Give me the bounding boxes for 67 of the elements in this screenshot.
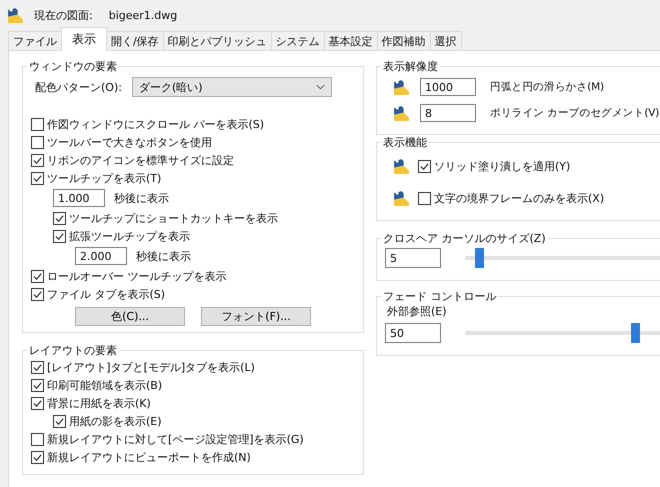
checkbox-label: 背景に用紙を表示(K) bbox=[47, 396, 151, 410]
checkbox[interactable] bbox=[31, 432, 44, 446]
resolution-field[interactable]: 1000 bbox=[420, 78, 476, 96]
checkbox-label: ファイル タブを表示(S) bbox=[47, 286, 166, 302]
checkbox-label: ソリッド塗り潰しを適用(Y) bbox=[434, 158, 570, 174]
dialog-button[interactable]: 色(C)... bbox=[75, 307, 185, 326]
delay-field[interactable]: 1.000 bbox=[53, 189, 105, 207]
tab[interactable]: 選択 bbox=[430, 31, 462, 50]
drawing-name: bigeer1.dwg bbox=[108, 8, 178, 22]
document-icon bbox=[393, 190, 410, 206]
group-title: 表示機能 bbox=[382, 135, 428, 150]
dialog-button[interactable]: フォント(F)... bbox=[201, 307, 311, 326]
checkbox[interactable] bbox=[418, 192, 431, 204]
checkbox[interactable] bbox=[31, 360, 44, 374]
checkbox[interactable] bbox=[53, 230, 66, 242]
checkbox-label: [レイアウト]タブと[モデル]タブを表示(L) bbox=[47, 360, 255, 374]
delay-label: 秒後に表示 bbox=[136, 248, 191, 264]
checkbox-label: 文字の境界フレームのみを表示(X) bbox=[434, 190, 604, 206]
delay-label: 秒後に表示 bbox=[114, 190, 169, 206]
xref-fade-field[interactable]: 50 bbox=[385, 323, 441, 343]
resolution-label: 円弧と円の滑らかさ(M) bbox=[490, 80, 604, 94]
checkbox[interactable] bbox=[31, 172, 44, 184]
group-title: レイアウトの要素 bbox=[28, 343, 118, 358]
delay-field[interactable]: 2.000 bbox=[75, 247, 127, 265]
group-title: クロスヘア カーソルのサイズ(Z) bbox=[382, 231, 547, 246]
document-icon bbox=[393, 78, 410, 96]
checkbox-label: 作図ウィンドウにスクロール バーを表示(S) bbox=[47, 116, 264, 132]
checkbox[interactable] bbox=[31, 396, 44, 410]
checkbox[interactable] bbox=[53, 212, 66, 224]
document-icon bbox=[393, 104, 410, 122]
checkbox[interactable] bbox=[418, 160, 431, 172]
checkbox-label: ツールチップにショートカットキーを表示 bbox=[69, 210, 278, 226]
color-scheme-dropdown[interactable]: ダーク(暗い) bbox=[132, 77, 332, 97]
caret-icon bbox=[316, 84, 325, 90]
checkbox-label: リボンのアイコンを標準サイズに設定 bbox=[47, 152, 234, 168]
checkbox-label: 新規レイアウトに対して[ページ設定管理]を表示(G) bbox=[47, 432, 304, 446]
checkbox-label: ツールバーで大きなボタンを使用 bbox=[47, 134, 212, 150]
checkbox-label: ツールチップを表示(T) bbox=[47, 170, 162, 186]
color-scheme-label: 配色パターン(O): bbox=[35, 80, 122, 94]
checkbox-label: 新規レイアウトにビューポートを作成(N) bbox=[47, 450, 251, 464]
resolution-label: ポリライン カーブのセグメント(V) bbox=[490, 106, 660, 120]
checkbox[interactable] bbox=[31, 154, 44, 166]
current-drawing-label: 現在の図面: bbox=[34, 8, 93, 22]
resolution-field[interactable]: 8 bbox=[420, 104, 476, 122]
checkbox[interactable] bbox=[31, 378, 44, 392]
slider-thumb[interactable] bbox=[474, 248, 484, 268]
checkbox[interactable] bbox=[31, 288, 44, 300]
tab[interactable]: 表示 bbox=[61, 27, 107, 51]
checkbox-label: 印刷可能領域を表示(B) bbox=[47, 378, 162, 392]
group-title: フェード コントロール bbox=[382, 289, 498, 304]
checkbox[interactable] bbox=[53, 414, 66, 428]
checkbox-label: 用紙の影を表示(E) bbox=[69, 414, 162, 428]
document-icon bbox=[7, 6, 24, 24]
crosshair-size-field[interactable]: 5 bbox=[385, 248, 441, 268]
slider-thumb[interactable] bbox=[631, 323, 640, 343]
group-title: 表示解像度 bbox=[382, 59, 439, 74]
checkbox[interactable] bbox=[31, 118, 44, 130]
tab[interactable]: 開く/保存 bbox=[106, 31, 164, 50]
tab[interactable]: ファイル bbox=[8, 31, 62, 50]
group-title: ウィンドウの要素 bbox=[28, 59, 118, 74]
xref-fade-label: 外部参照(E) bbox=[386, 304, 448, 320]
checkbox-label: ロールオーバー ツールチップを表示 bbox=[47, 268, 226, 284]
checkbox[interactable] bbox=[31, 136, 44, 148]
checkbox[interactable] bbox=[31, 270, 44, 282]
checkbox-label: 拡張ツールチップを表示 bbox=[69, 228, 190, 244]
checkbox[interactable] bbox=[31, 450, 44, 464]
document-icon bbox=[393, 158, 410, 174]
